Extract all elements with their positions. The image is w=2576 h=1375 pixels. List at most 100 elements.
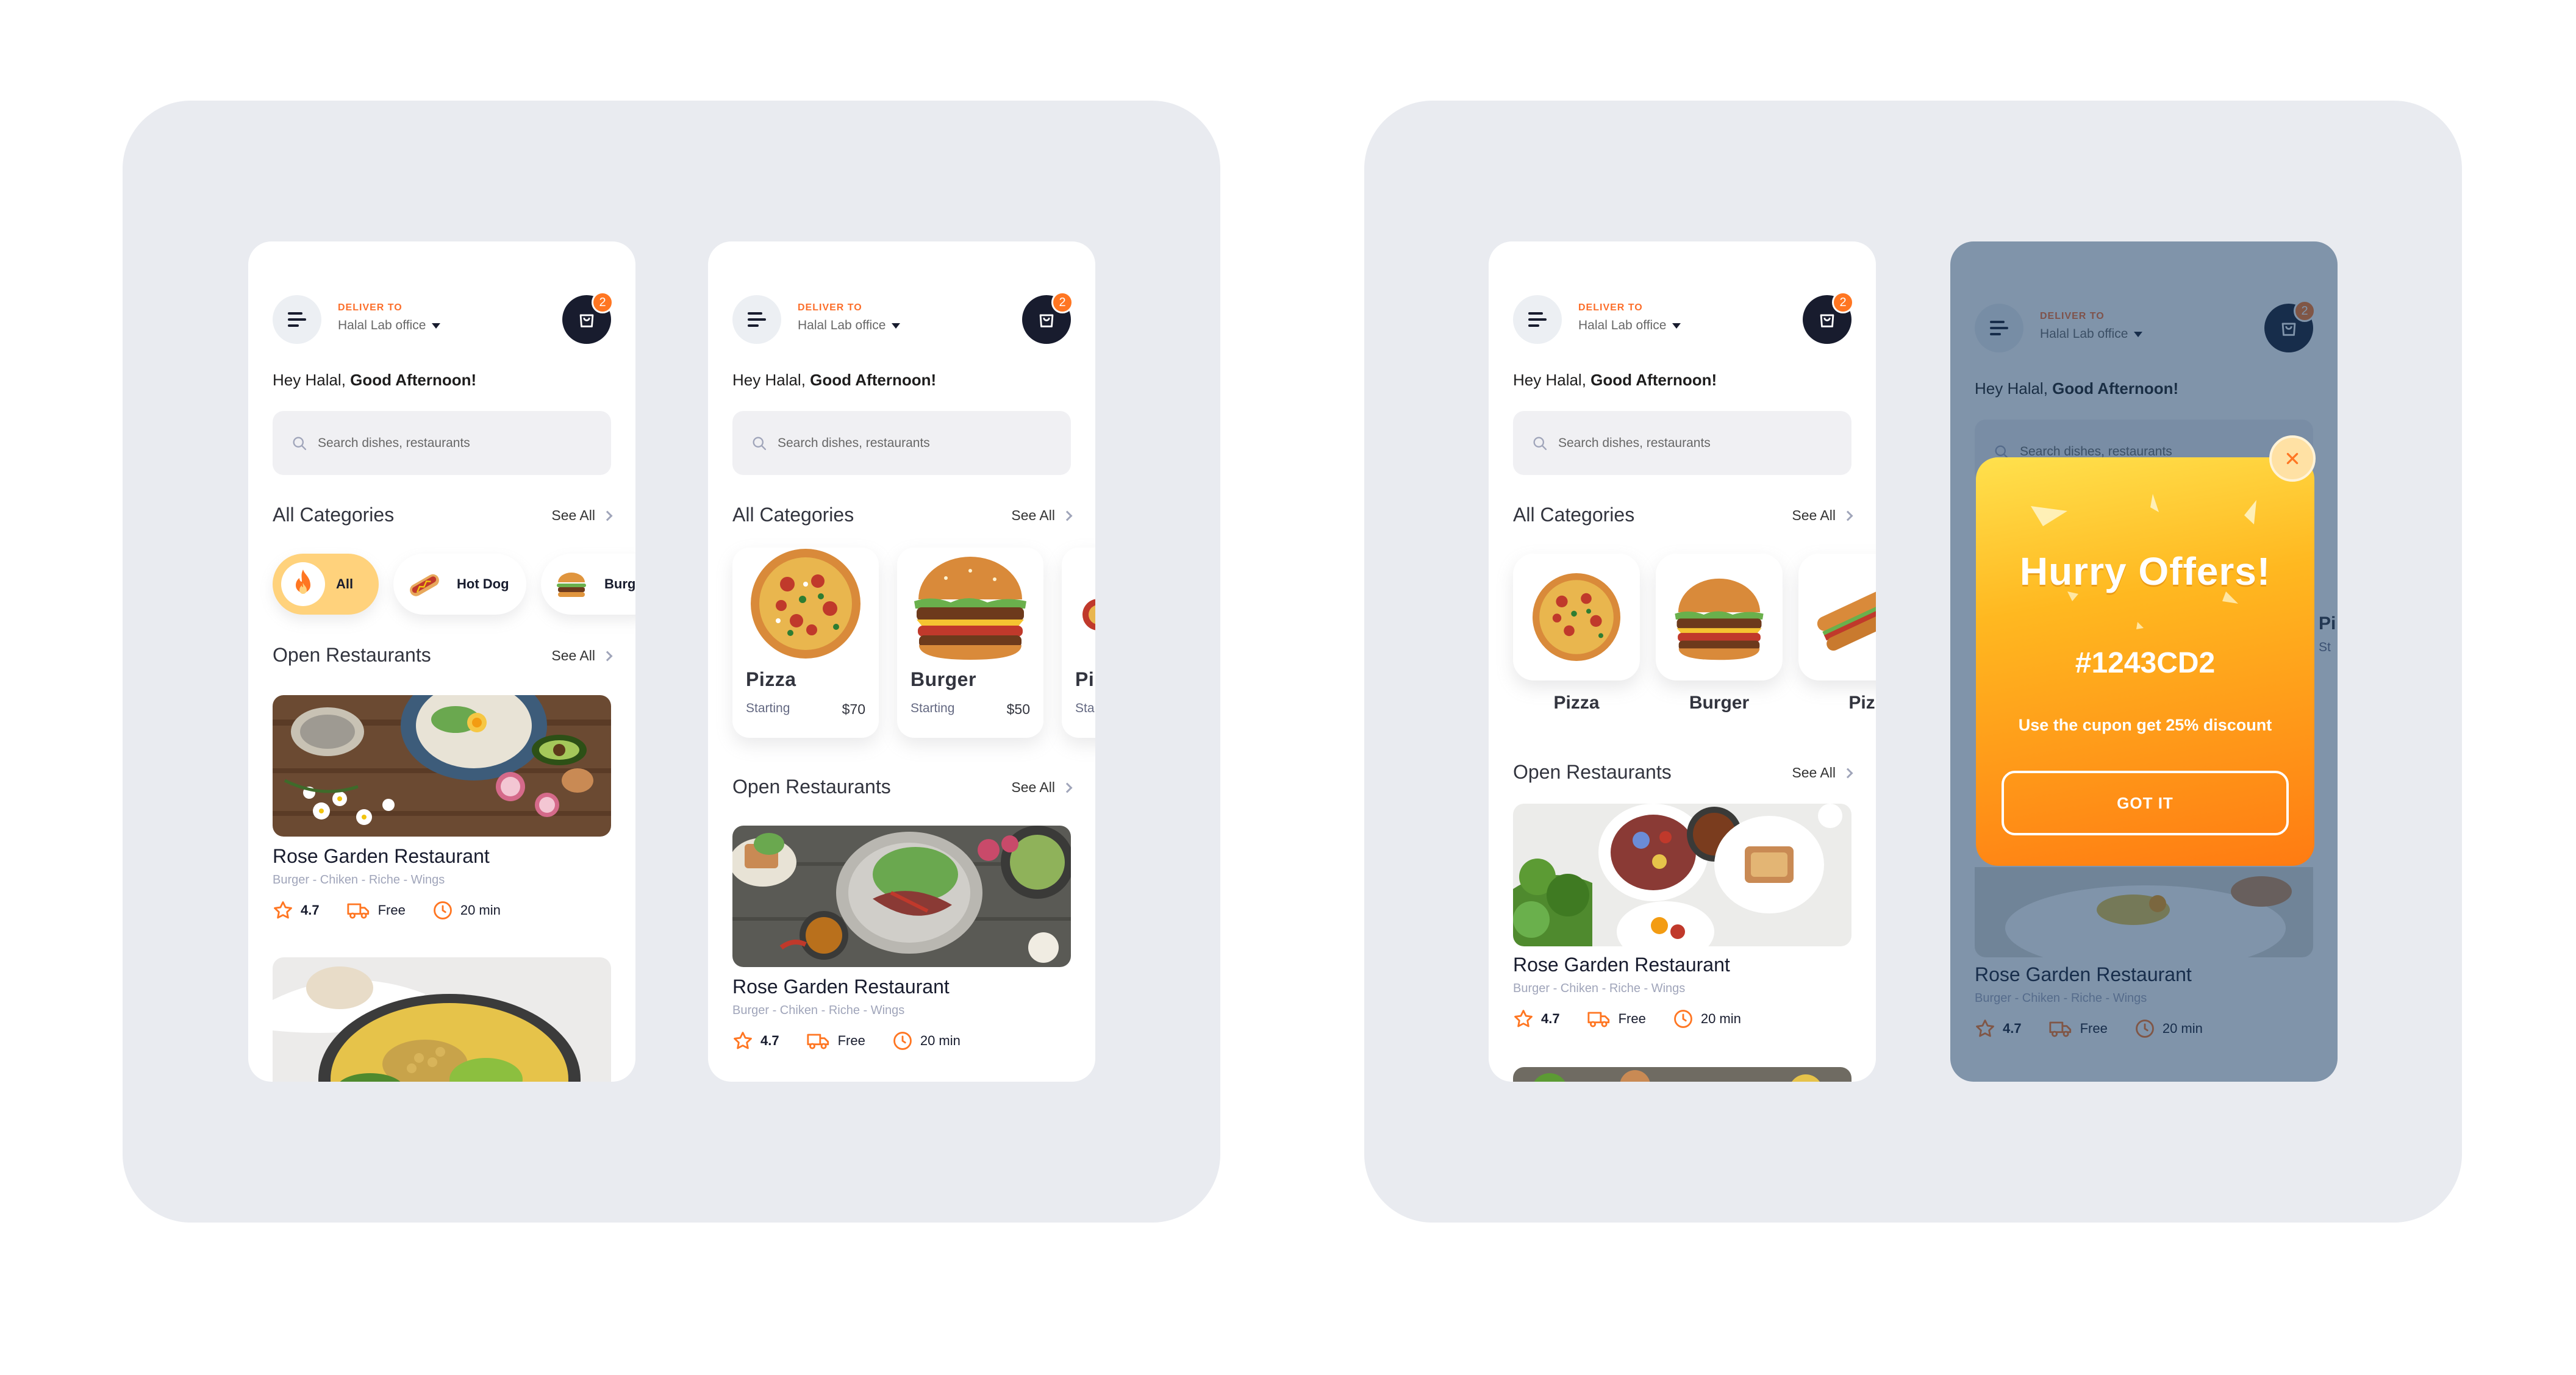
see-all-link[interactable]: See All [1011, 779, 1073, 796]
menu-icon[interactable] [273, 295, 321, 344]
category-name: Pi [1075, 668, 1095, 690]
category-card-partial[interactable]: Pi Sta [1062, 548, 1095, 738]
clock-icon [1673, 1010, 1692, 1028]
search-bar[interactable] [732, 411, 1071, 475]
rating-value: 4.7 [1541, 1011, 1560, 1026]
time-text: 20 min [460, 902, 501, 918]
menu-icon[interactable] [1513, 295, 1562, 344]
section-title: Open Restaurants [1513, 761, 1672, 783]
shopping-bag-icon [579, 314, 594, 327]
see-all-link[interactable]: See All [551, 648, 613, 664]
delivery-fee: Free [1587, 1009, 1646, 1029]
location-selector[interactable]: Halal Lab office [338, 318, 441, 333]
close-button[interactable] [2269, 435, 2316, 482]
greeting: Hey Halal, Good Afternoon! [1513, 371, 1717, 390]
chevron-down-icon [432, 323, 441, 329]
chevron-down-icon [892, 323, 901, 329]
restaurant-image-2[interactable] [1513, 1067, 1852, 1082]
star-icon [274, 901, 292, 919]
search-icon [1533, 437, 1547, 450]
got-it-button[interactable]: GOT IT [2002, 771, 2289, 835]
categories-section-header: All Categories See All [732, 504, 1073, 528]
see-all-link[interactable]: See All [1792, 765, 1853, 781]
cart-button[interactable]: 2 [1803, 291, 1854, 344]
deliver-to-label: DELIVER TO [1578, 302, 1643, 313]
restaurant-image[interactable] [1513, 804, 1852, 946]
greeting-strong: Good Afternoon! [810, 371, 937, 389]
restaurant-image[interactable] [732, 826, 1071, 967]
delivery-fee: Free [806, 1030, 865, 1051]
section-title: Open Restaurants [273, 644, 431, 666]
cart-count-badge: 2 [1051, 291, 1073, 313]
restaurant-name[interactable]: Rose Garden Restaurant [1513, 954, 1730, 976]
search-input[interactable] [318, 435, 574, 451]
time-text: 20 min [1700, 1011, 1741, 1026]
greeting-prefix: Hey Halal, [273, 371, 351, 389]
hot-dog-icon [402, 562, 446, 606]
restaurant-name[interactable]: Rose Garden Restaurant [732, 976, 950, 998]
cart-button[interactable]: 2 [562, 291, 614, 344]
category-label: Burger [1689, 693, 1750, 713]
menu-icon[interactable] [732, 295, 781, 344]
restaurant-meta: 4.7 Free 20 min [1513, 1009, 1759, 1029]
truck-icon [807, 1034, 829, 1049]
category-tile-sandwich[interactable] [1798, 554, 1876, 680]
cart-button[interactable]: 2 [1022, 291, 1073, 344]
chevron-right-icon [1062, 782, 1073, 793]
chevron-right-icon [602, 651, 613, 661]
pill-label: Hot Dog [457, 576, 509, 591]
category-cards: Pizza Starting $70 Burger Starting $50 P… [732, 548, 1095, 749]
restaurant-name[interactable]: Rose Garden Restaurant [273, 845, 490, 868]
restaurant-image-2[interactable] [273, 957, 611, 1082]
burger-image [1675, 578, 1764, 660]
delivery-time: 20 min [432, 900, 501, 921]
see-all-link[interactable]: See All [1792, 507, 1853, 524]
search-input[interactable] [1558, 435, 1814, 451]
starting-label: Starting [746, 701, 790, 715]
see-all-text: See All [551, 507, 595, 523]
header: DELIVER TO Halal Lab office 2 [1513, 291, 1854, 346]
header: DELIVER TO Halal Lab office 2 [732, 291, 1073, 346]
location-selector[interactable]: Halal Lab office [1578, 318, 1681, 333]
rating: 4.7 [732, 1030, 779, 1051]
delivery-time: 20 min [1673, 1009, 1741, 1029]
search-input[interactable] [778, 435, 1034, 451]
see-all-text: See All [1011, 779, 1055, 795]
popup-title: Hurry Offers! [2019, 549, 2271, 593]
category-label: Piz [1848, 693, 1875, 713]
greeting-prefix: Hey Halal, [1513, 371, 1591, 389]
shopping-bag-icon [1039, 314, 1054, 327]
pill-label: Burg [604, 576, 635, 591]
category-label: Pizza [1553, 693, 1600, 713]
star-icon [1514, 1010, 1533, 1027]
rating: 4.7 [273, 900, 320, 921]
coupon-code: #1243CD2 [2075, 647, 2216, 679]
pizza-image [751, 549, 860, 659]
see-all-link[interactable]: See All [551, 507, 613, 524]
greeting-strong: Good Afternoon! [1590, 371, 1717, 389]
location-text: Halal Lab office [798, 318, 886, 332]
time-text: 20 min [920, 1033, 961, 1048]
category-tile-burger[interactable] [1656, 554, 1783, 680]
see-all-link[interactable]: See All [1011, 507, 1073, 524]
deliver-to-label: DELIVER TO [338, 302, 402, 313]
category-pill-hot-dog[interactable]: Hot Dog [393, 554, 526, 615]
restaurant-image[interactable] [273, 695, 611, 837]
search-bar[interactable] [1513, 411, 1852, 475]
greeting-prefix: Hey Halal, [732, 371, 810, 389]
delivery-text: Free [1618, 1011, 1646, 1026]
location-selector[interactable]: Halal Lab office [798, 318, 901, 333]
search-bar[interactable] [273, 411, 611, 475]
section-title: All Categories [273, 504, 395, 526]
section-title: All Categories [1513, 504, 1635, 526]
category-pill-all[interactable]: All [273, 554, 379, 615]
restaurant-tags: Burger - Chiken - Riche - Wings [273, 873, 445, 887]
category-pill-burger[interactable]: Burg [541, 554, 635, 615]
category-tiles: Pizza Burger Piz [1513, 554, 1876, 730]
category-card-pizza[interactable]: Pizza Starting $70 [732, 548, 879, 738]
delivery-text: Free [837, 1033, 865, 1048]
header: DELIVER TO Halal Lab office 2 [273, 291, 614, 346]
restaurants-section-header: Open Restaurants See All [273, 644, 613, 668]
category-tile-pizza[interactable] [1513, 554, 1640, 680]
category-card-burger[interactable]: Burger Starting $50 [897, 548, 1043, 738]
